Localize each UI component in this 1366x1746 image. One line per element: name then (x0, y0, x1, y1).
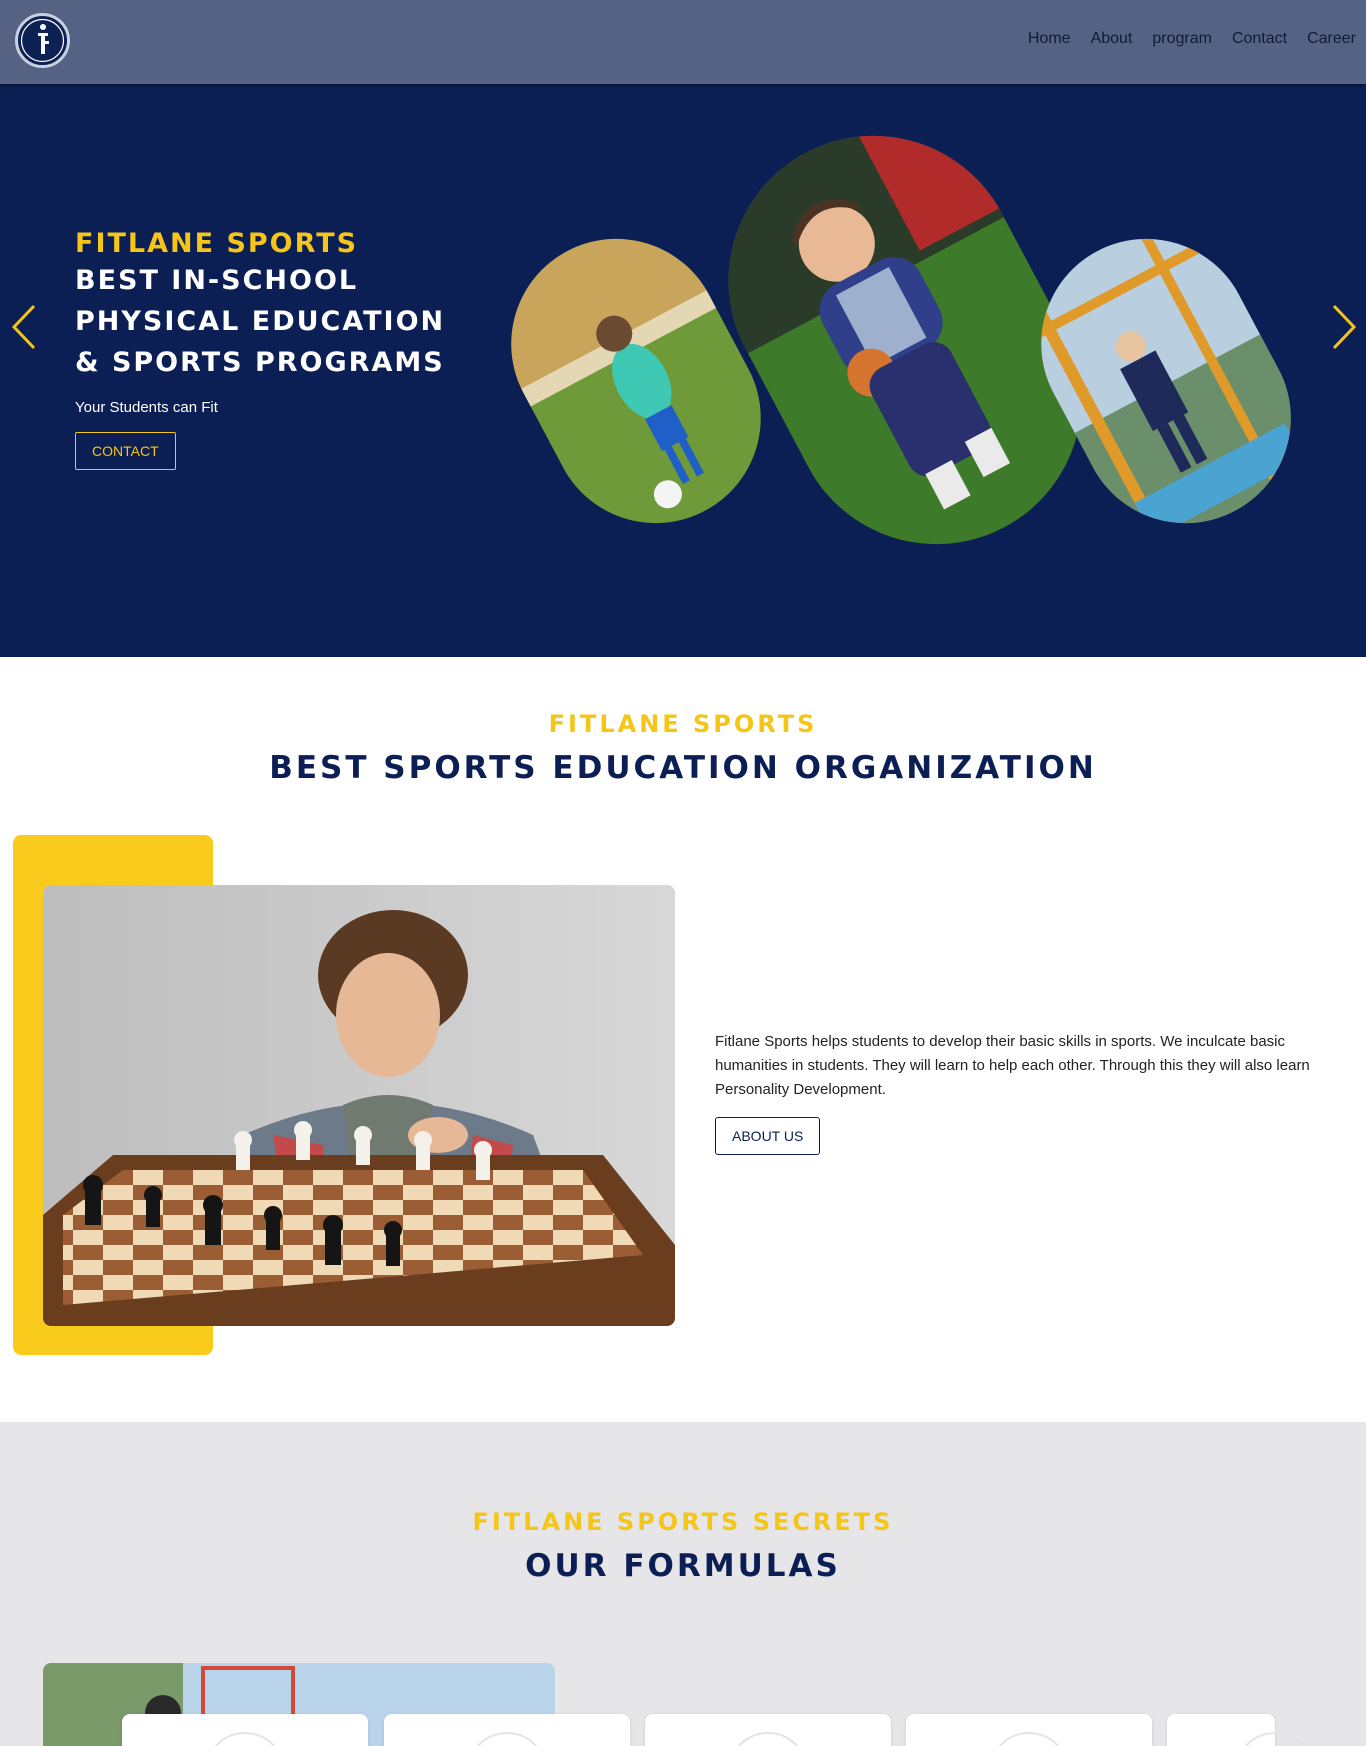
formula-card-4[interactable] (906, 1714, 1152, 1746)
formula-card-3[interactable] (645, 1714, 891, 1746)
nav-contact-link[interactable]: Contact (1232, 30, 1287, 48)
chess-boy-photo (43, 885, 675, 1326)
hero-photo-climbing (1004, 201, 1328, 561)
hero-carousel: Fitlane Sports Best In-School Physical E… (0, 84, 1366, 657)
hero-title-line-3: & Sports Programs (75, 347, 445, 378)
nav-about-link[interactable]: About (1091, 30, 1133, 48)
formulas-eyebrow: Fitlane Sports Secrets (472, 1508, 894, 1536)
chevron-left-icon[interactable] (10, 302, 40, 352)
hero-subtitle: Your Students can Fit (75, 399, 218, 416)
about-us-button[interactable]: ABOUT US (715, 1117, 821, 1155)
formula-card-icon (728, 1732, 808, 1746)
about-title: Best Sports Education Organization (269, 750, 1097, 786)
hero-contact-button[interactable]: CONTACT (75, 432, 176, 470)
hero-text-block: Fitlane Sports Best In-School Physical E… (75, 228, 495, 470)
formulas-title: Our Formulas (525, 1548, 841, 1584)
main-nav: Home About program Contact Career (1028, 30, 1356, 48)
hero-title-line-2: Physical Education (75, 306, 446, 337)
nav-career-link[interactable]: Career (1307, 30, 1356, 48)
formula-card-1[interactable] (122, 1714, 368, 1746)
hero-title-line-1: Best In-School (75, 265, 359, 296)
about-eyebrow: Fitlane Sports (548, 710, 818, 738)
hero-eyebrow: Fitlane Sports (75, 228, 359, 259)
formula-card-2[interactable] (384, 1714, 630, 1746)
chevron-right-icon[interactable] (1328, 302, 1358, 352)
formula-card-icon (1235, 1732, 1315, 1746)
navbar: Home About program Contact Career (0, 0, 1366, 84)
formula-card-icon (989, 1732, 1069, 1746)
formulas-section: Fitlane Sports Secrets Our Formulas (0, 1422, 1366, 1746)
formula-card-icon (467, 1732, 547, 1746)
about-description: Fitlane Sports helps students to develop… (715, 1033, 1310, 1098)
logo-mark (20, 18, 65, 63)
fitlane-logo-icon[interactable] (15, 13, 70, 68)
formula-card-5[interactable] (1167, 1714, 1315, 1746)
nav-home-link[interactable]: Home (1028, 30, 1071, 48)
nav-program-link[interactable]: program (1152, 30, 1212, 48)
formula-card-icon (205, 1732, 285, 1746)
